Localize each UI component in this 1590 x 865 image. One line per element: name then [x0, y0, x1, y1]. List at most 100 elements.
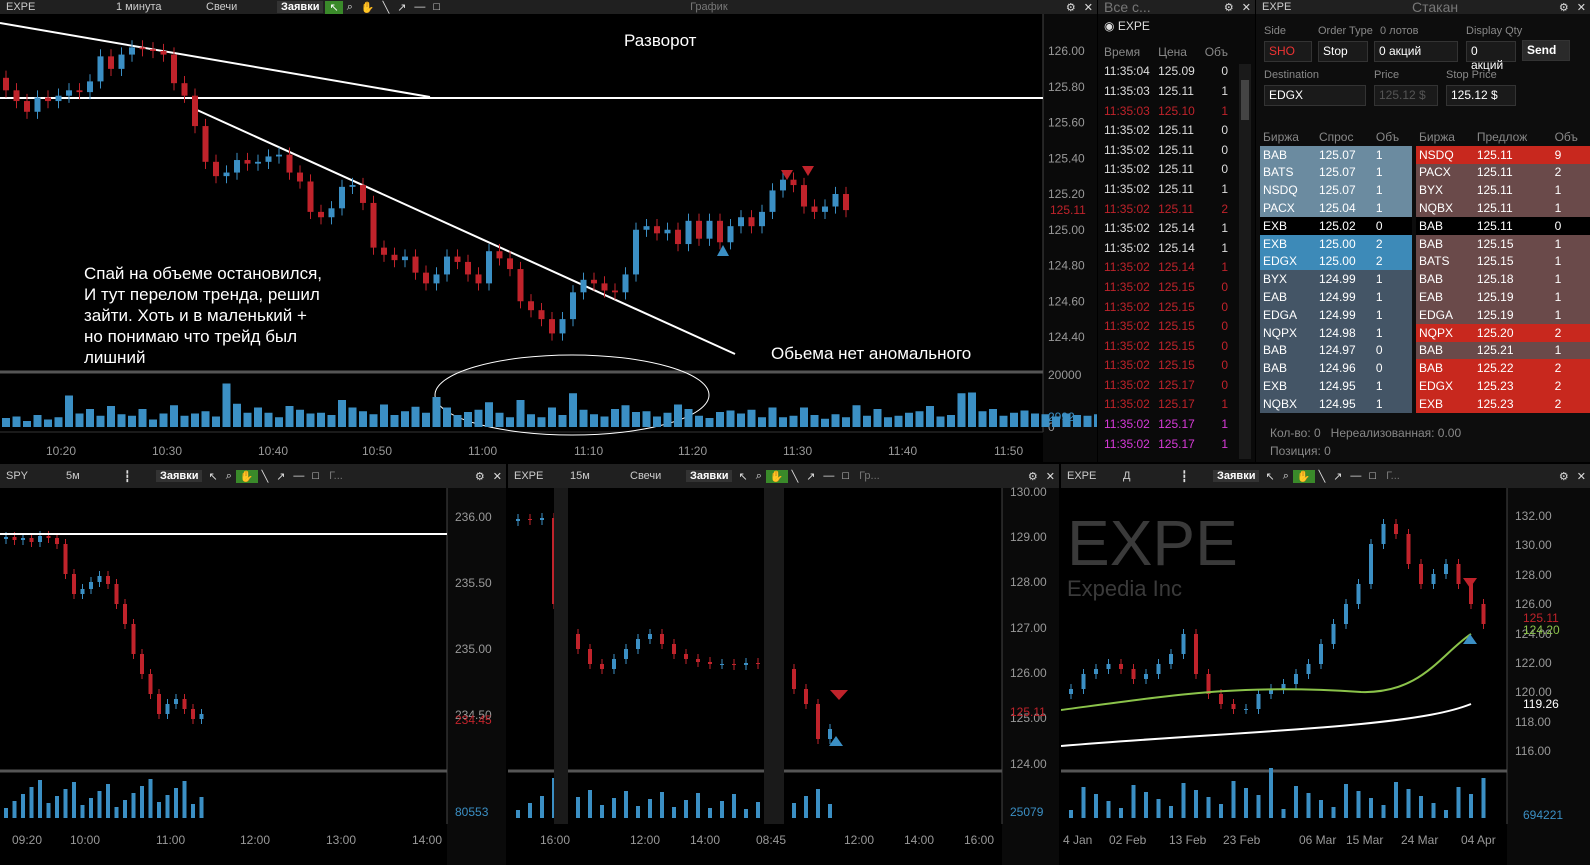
col-time[interactable]: Время	[1102, 42, 1156, 62]
main-price-chart[interactable]: 126.00 125.80 125.60 125.40 125.20 125.00 124.…	[0, 0, 1097, 462]
volume-bar	[1281, 809, 1286, 818]
ask-row[interactable]: EDGX 125.23 2	[1416, 377, 1590, 395]
ask-row[interactable]: BATS 125.15 1	[1416, 252, 1590, 271]
bid-cell: EXB	[1263, 379, 1288, 394]
volume-bar	[1256, 795, 1261, 818]
volume-bar	[936, 416, 945, 427]
y-tick-label: 128.00	[1010, 575, 1047, 589]
ask-row[interactable]: PACX 125.11 2	[1416, 163, 1590, 182]
trade-row: 11:35:02 125.17 0	[1102, 375, 1230, 395]
display-qty-input[interactable]: 0 акций	[1466, 41, 1516, 72]
bid-row[interactable]: BAB 125.07 1	[1260, 145, 1412, 164]
send-button[interactable]: Send	[1522, 40, 1570, 61]
bid-cell: 2	[1375, 254, 1383, 269]
candle	[708, 662, 712, 664]
bid-row[interactable]: NSDQ 125.07 1	[1260, 181, 1412, 200]
ask-row[interactable]: NSDQ 125.11 9	[1416, 145, 1590, 164]
bid-cell: PACX	[1263, 201, 1295, 216]
y-tick-label: 118.00	[1515, 715, 1551, 729]
qty-input[interactable]: 0 акций	[1374, 41, 1458, 62]
ask-row[interactable]: BYX 125.11 1	[1416, 181, 1590, 200]
price-input[interactable]: 125.12 $	[1374, 85, 1438, 106]
expe15-chart-panel: EXPE 15м Свечи Заявки ↖ ⌕ ✋ ╲ ↗ — □ Гр... ⚙ ✕ 1…	[508, 464, 1059, 865]
candle	[402, 256, 408, 261]
col-volume[interactable]: Объ	[1200, 42, 1230, 62]
volume-bar	[612, 798, 616, 818]
trade-cell: 11:35:02	[1104, 162, 1150, 177]
volume-tick-label: 20000	[1048, 368, 1082, 382]
bid-row[interactable]: NQPX 124.98 1	[1260, 323, 1412, 342]
bid-row[interactable]: BYX 124.99 1	[1260, 270, 1412, 289]
bid-row[interactable]: EDGA 124.99 1	[1260, 305, 1412, 324]
time-sales-symbol[interactable]: ◉ EXPE	[1104, 19, 1150, 33]
stop-price-input[interactable]: 125.12 $	[1446, 85, 1516, 106]
candle	[486, 251, 492, 284]
col-bid[interactable]: Спрос	[1316, 128, 1373, 146]
bid-table: Биржа Спрос Объ BAB 125.07 1 BATS 125.07 1 NSDQ 1…	[1260, 128, 1412, 413]
candle	[517, 269, 524, 302]
ask-cell: 2	[1554, 325, 1562, 340]
ask-row[interactable]: NQPX 125.20 2	[1416, 323, 1590, 342]
destination-select[interactable]: EDGX	[1264, 85, 1366, 106]
bid-row[interactable]: EXB 125.00 2	[1260, 234, 1412, 253]
volume-bar	[852, 405, 861, 427]
volume-bar	[527, 414, 535, 427]
candle	[157, 694, 161, 714]
ask-row[interactable]: BAB 125.22 2	[1416, 359, 1590, 378]
bid-row[interactable]: EAB 124.99 1	[1260, 288, 1412, 306]
ask-row[interactable]: EDGA 125.19 1	[1416, 305, 1590, 324]
col-price[interactable]: Цена	[1156, 42, 1200, 62]
col-ask-size[interactable]: Объ	[1552, 128, 1590, 146]
col-ask[interactable]: Предлож	[1474, 128, 1552, 146]
trade-row: 11:35:02 125.11 0	[1102, 120, 1230, 140]
ask-row[interactable]: EAB 125.19 1	[1416, 288, 1590, 306]
bid-row[interactable]: NQBX 124.95 1	[1260, 394, 1412, 413]
volume-bar	[1419, 796, 1423, 818]
bid-row[interactable]: EDGX 125.00 2	[1260, 252, 1412, 271]
bid-cell: EXB	[1263, 218, 1288, 233]
volume-bar	[1094, 414, 1097, 427]
settings-icon[interactable]: ⚙	[1220, 1, 1238, 14]
settings-icon[interactable]: ⚙	[1555, 1, 1573, 14]
ask-row[interactable]: BAB 125.21 1	[1416, 341, 1590, 360]
bid-row[interactable]: EXB 125.02 0	[1260, 216, 1412, 235]
x-tick-label: 10:30	[152, 444, 182, 458]
level2-symbol[interactable]: EXPE	[1256, 1, 1376, 13]
volume-bar	[1041, 414, 1050, 427]
volume-label: 80553	[455, 805, 489, 819]
col-exchange[interactable]: Биржа	[1260, 128, 1316, 146]
ask-cell: 125.11	[1476, 147, 1513, 162]
bid-cell: 1	[1375, 290, 1383, 305]
side-select[interactable]: SHO	[1264, 41, 1312, 62]
bid-row[interactable]: EXB 124.95 1	[1260, 377, 1412, 395]
close-icon[interactable]: ✕	[1238, 1, 1255, 14]
candle	[63, 544, 68, 574]
moving-average-line	[1061, 633, 1472, 711]
close-icon[interactable]: ✕	[1573, 1, 1590, 14]
expe15-price-chart[interactable]: 130.00129.00128.00127.00126.00125.00124.…	[508, 464, 1059, 865]
bid-row[interactable]: BATS 125.07 1	[1260, 163, 1412, 182]
volume-bar	[804, 796, 808, 818]
col-exchange[interactable]: Биржа	[1416, 128, 1474, 146]
bid-row[interactable]: BAB 124.97 0	[1260, 341, 1412, 360]
ask-row[interactable]: EXB 125.23 2	[1416, 394, 1590, 413]
bid-cell: 124.95	[1318, 396, 1356, 411]
spy-price-chart[interactable]: 236.00235.50235.00234.5009:20 10:00 11:00 1…	[0, 464, 506, 865]
scrollbar[interactable]	[1239, 64, 1251, 459]
candle	[3, 77, 9, 91]
bid-cell: 124.97	[1318, 343, 1356, 358]
ask-row[interactable]: BAB 125.15 1	[1416, 234, 1590, 253]
ask-row[interactable]: NQBX 125.11 1	[1416, 199, 1590, 217]
col-bid-size[interactable]: Объ	[1373, 128, 1412, 146]
order-type-select[interactable]: Stop	[1318, 41, 1368, 62]
ask-row[interactable]: BAB 125.11 0	[1416, 216, 1590, 235]
candle	[696, 220, 702, 239]
bid-row[interactable]: PACX 125.04 1	[1260, 199, 1412, 217]
bid-row[interactable]: BAB 124.96 0	[1260, 359, 1412, 378]
volume-bar	[792, 803, 796, 818]
expeD-price-chart[interactable]: 132.00130.00128.00126.00124.00122.00120.…	[1061, 464, 1590, 865]
trade-row: 11:35:02 125.11 1	[1102, 179, 1230, 199]
volume-bar	[810, 415, 819, 427]
ask-row[interactable]: BAB 125.18 1	[1416, 270, 1590, 289]
bid-cell: 124.99	[1318, 290, 1356, 305]
